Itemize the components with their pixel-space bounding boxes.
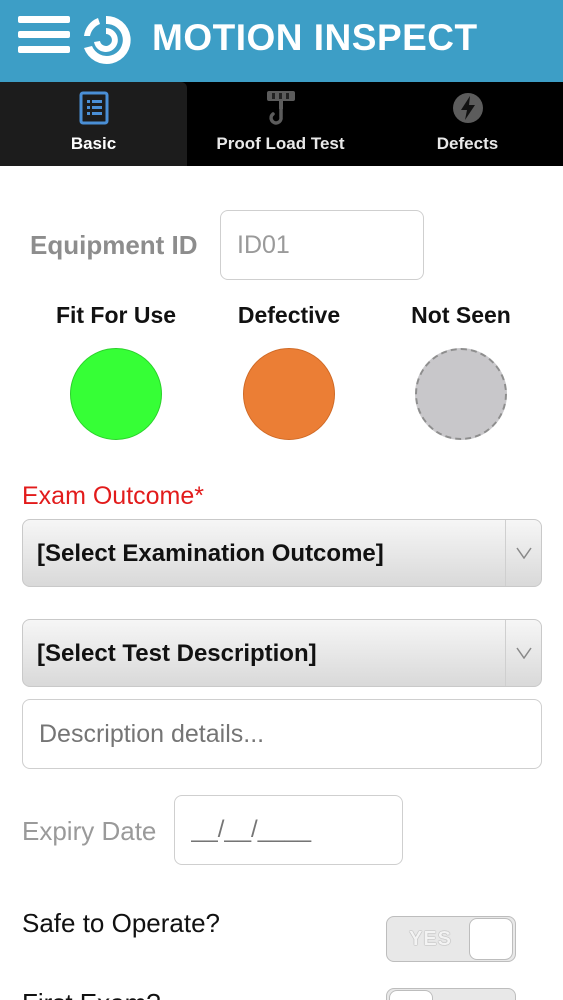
equipment-id-input[interactable]: [220, 210, 424, 280]
fit-for-use-label: Fit For Use: [55, 302, 177, 328]
test-description-select[interactable]: [Select Test Description]: [22, 619, 542, 687]
tab-basic[interactable]: Basic: [0, 82, 187, 166]
defective-button[interactable]: [243, 348, 335, 440]
menu-icon[interactable]: [18, 16, 70, 60]
toggle-text: YES: [409, 928, 453, 950]
lightning-icon: [451, 90, 485, 126]
fit-for-use-button[interactable]: [70, 348, 162, 440]
tab-label: Basic: [70, 134, 117, 153]
exam-outcome-label: Exam Outcome*: [22, 482, 205, 510]
tab-label: Defects: [436, 134, 499, 153]
toggle-knob: [389, 990, 433, 1000]
not-seen-button[interactable]: [415, 348, 507, 440]
exam-outcome-select[interactable]: [Select Examination Outcome]: [22, 519, 542, 587]
toggle-knob: [469, 918, 513, 960]
expiry-date-input[interactable]: [174, 795, 403, 865]
tab-proof-load-test[interactable]: Proof Load Test: [187, 82, 374, 166]
tab-bar: Basic Proof Load Test Defects: [0, 82, 563, 166]
app-header: MOTION INSPECT: [0, 0, 563, 82]
hook-icon: [263, 90, 299, 126]
defective-label: Defective: [237, 302, 341, 328]
safe-to-operate-label: Safe to Operate?: [22, 908, 221, 938]
document-icon: [79, 90, 109, 126]
chevron-down-icon: [505, 620, 541, 686]
not-seen-label: Not Seen: [411, 302, 511, 328]
equipment-id-label: Equipment ID: [30, 230, 198, 260]
app-logo-icon: [78, 12, 134, 68]
exam-outcome-select-value: [Select Examination Outcome]: [37, 540, 384, 567]
test-description-select-value: [Select Test Description]: [37, 640, 317, 667]
first-exam-label: First Exam?: [22, 988, 161, 1000]
first-exam-toggle[interactable]: [386, 988, 516, 1000]
expiry-date-label: Expiry Date: [22, 816, 157, 846]
description-details-input[interactable]: [22, 699, 542, 769]
basic-form: Equipment ID Fit For Use Defective Not S…: [0, 166, 563, 1000]
chevron-down-icon: [505, 520, 541, 586]
tab-label: Proof Load Test: [216, 134, 345, 153]
app-title: MOTION INSPECT: [152, 17, 478, 58]
safe-to-operate-toggle[interactable]: YES: [386, 916, 516, 962]
tab-defects[interactable]: Defects: [374, 82, 561, 166]
